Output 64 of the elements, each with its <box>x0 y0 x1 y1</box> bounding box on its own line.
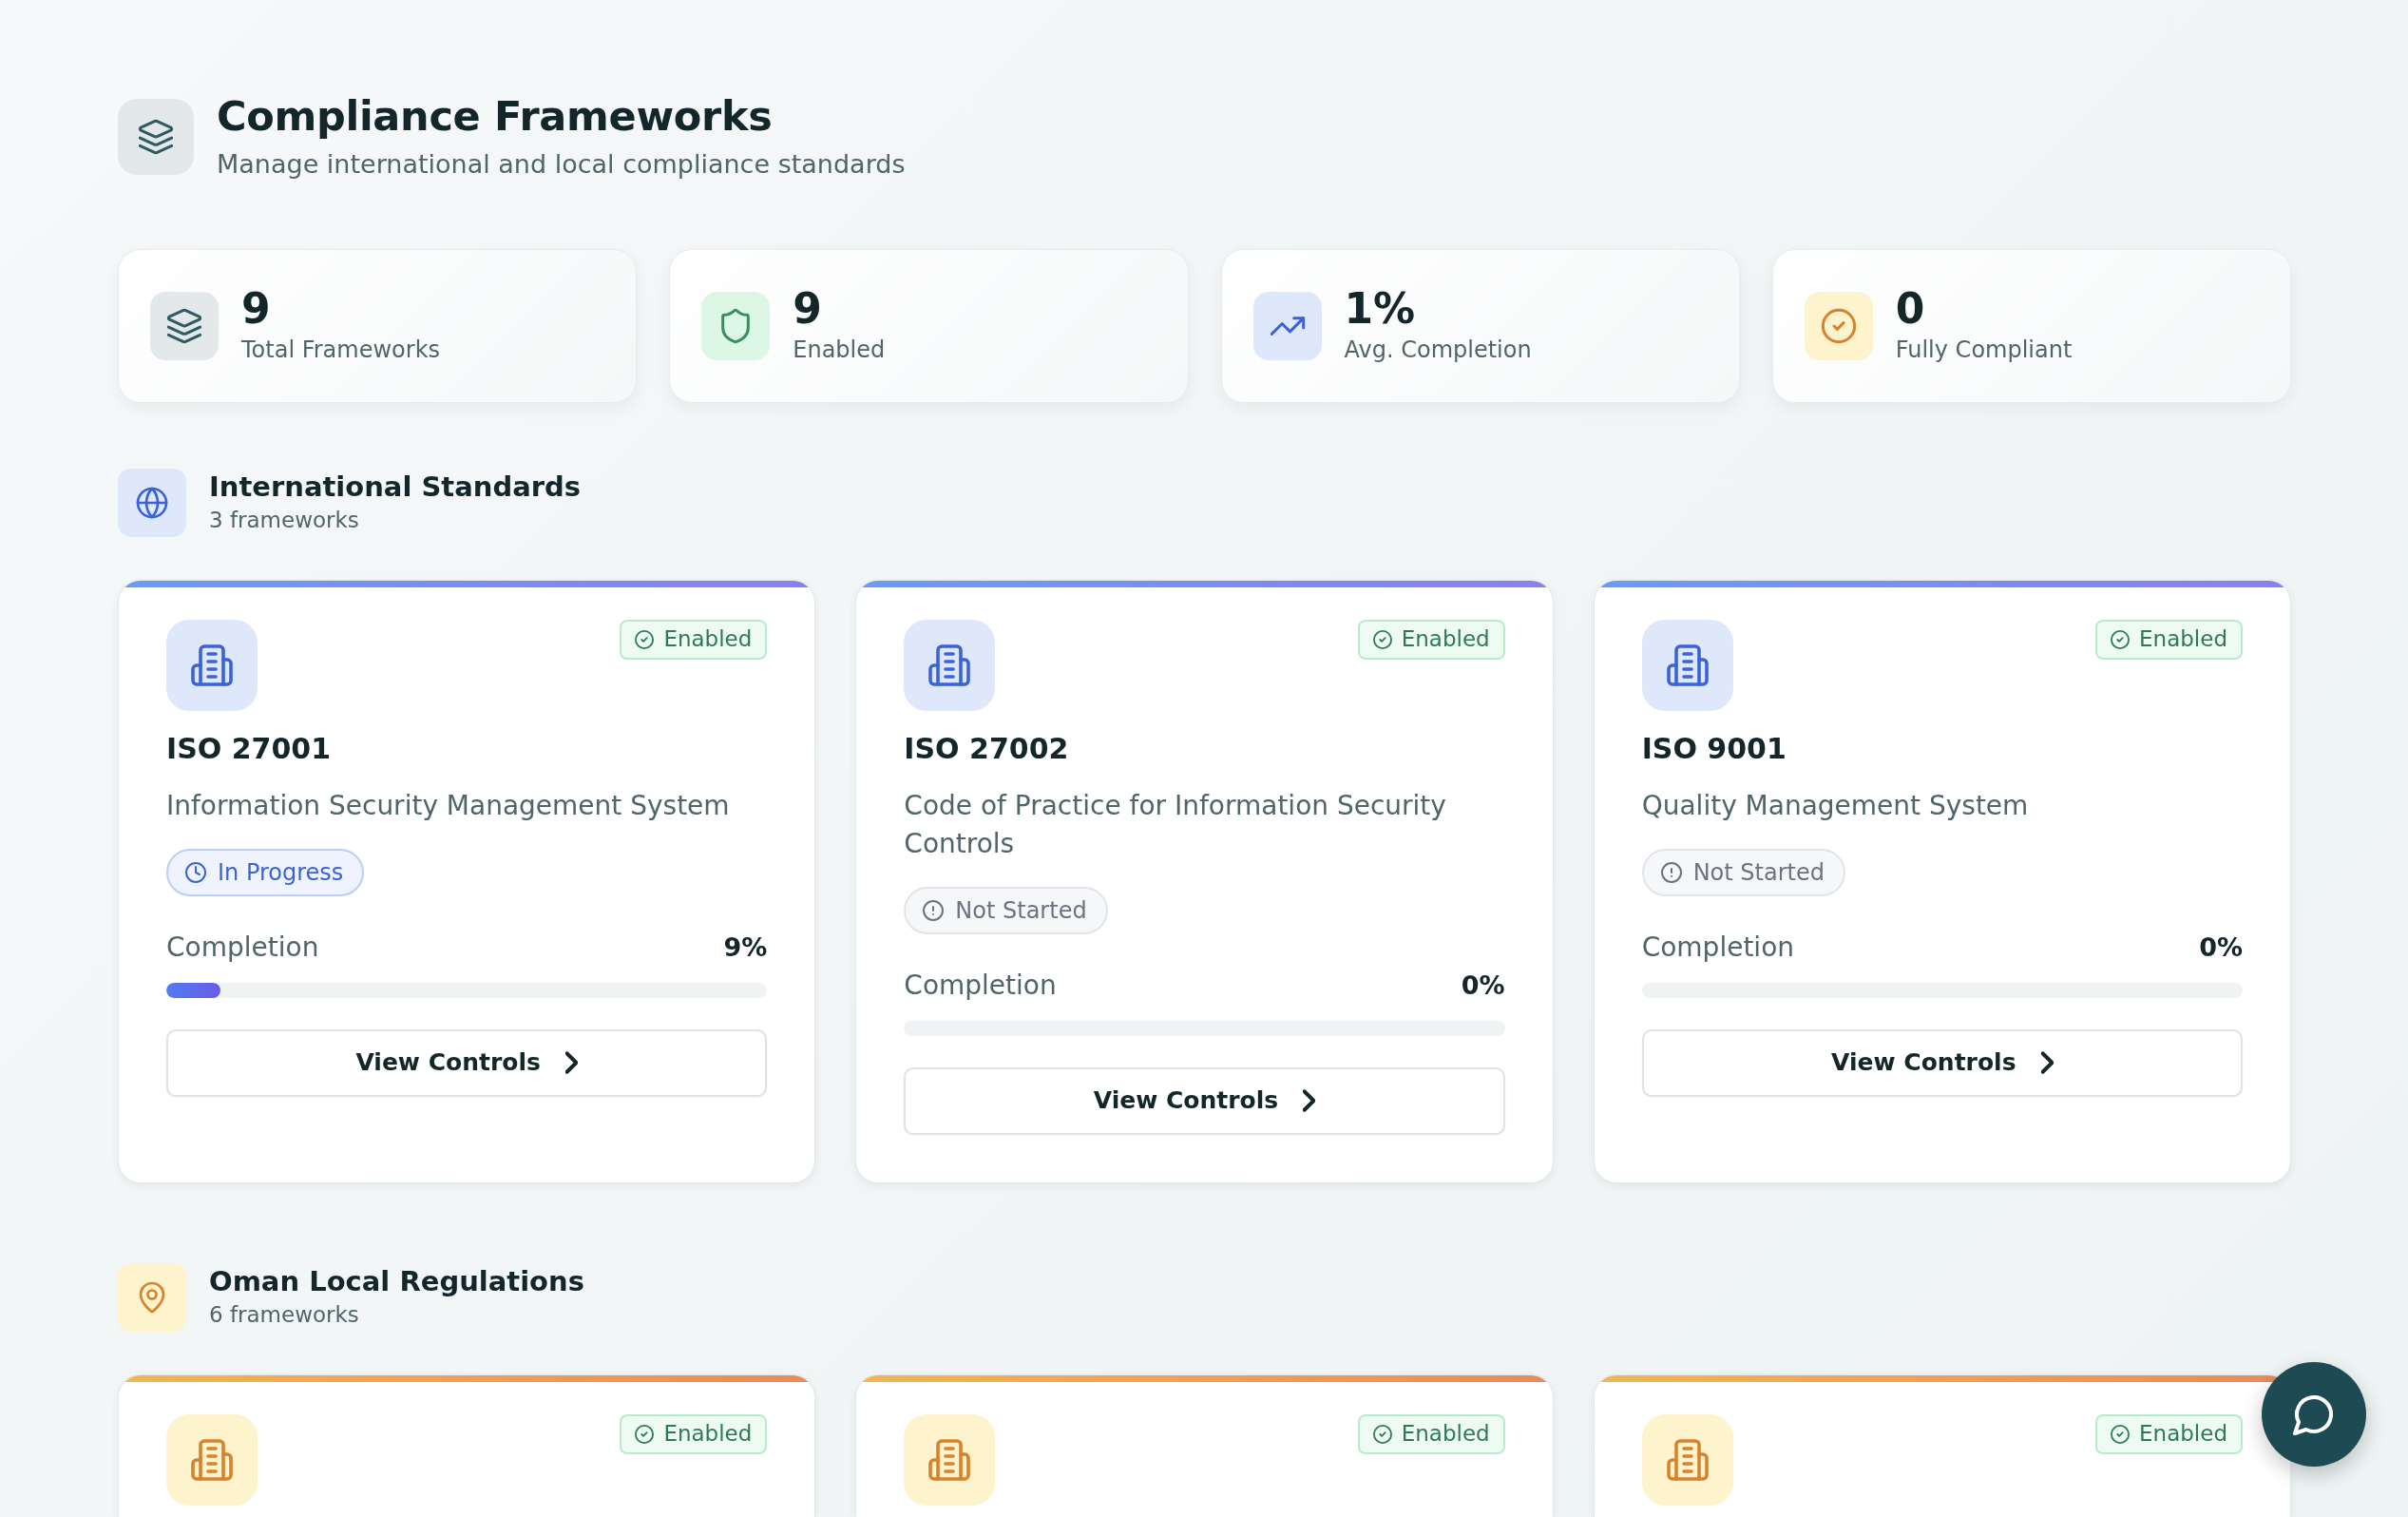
alert-circle-icon <box>1660 861 1682 883</box>
completion-label: Completion <box>904 968 1057 1003</box>
completion-label: Completion <box>1641 930 1795 965</box>
stat-value: 9 <box>793 286 823 333</box>
badge-label: Enabled <box>1401 1420 1490 1449</box>
check-circle-icon <box>635 1424 655 1444</box>
check-circle-icon <box>1372 1424 1392 1444</box>
layers-icon <box>118 98 194 175</box>
building-icon <box>1641 1413 1733 1506</box>
framework-name: ISO 27001 <box>166 731 333 766</box>
trend-up-icon <box>1252 291 1322 360</box>
status-label: Not Started <box>1692 857 1825 888</box>
stat-value: 1% <box>1344 286 1417 333</box>
badge-label: Enabled <box>663 625 753 654</box>
framework-name: ISO 9001 <box>1641 731 1787 766</box>
globe-icon <box>118 468 186 537</box>
building-icon <box>904 1413 996 1506</box>
layers-icon <box>150 291 219 360</box>
shield-icon <box>701 291 771 360</box>
stat-label: Enabled <box>793 335 886 365</box>
framework-description: Information Security Management System <box>166 788 731 823</box>
framework-name: ISO 27002 <box>904 731 1070 766</box>
building-icon <box>166 619 258 711</box>
view-controls-button[interactable]: View Controls <box>1641 1028 2243 1097</box>
chevron-right-icon <box>2040 1051 2054 1075</box>
framework-description: Code of Practice for Information Security Controls <box>904 788 1447 861</box>
chevron-right-icon <box>564 1051 578 1075</box>
page-subtitle: Manage international and local compliance standards <box>217 147 906 181</box>
check-circle-icon <box>2111 1424 2131 1444</box>
badge-label: Enabled <box>663 1420 753 1449</box>
section-count: 6 frameworks <box>209 1301 360 1330</box>
status-label: In Progress <box>218 857 344 888</box>
stat-label: Avg. Completion <box>1344 335 1532 365</box>
clock-icon <box>185 861 206 883</box>
stat-value: 0 <box>1895 286 1926 333</box>
framework-description: Quality Management System <box>1641 788 2030 823</box>
building-icon <box>166 1413 258 1506</box>
alert-circle-icon <box>923 899 945 921</box>
section-count: 3 frameworks <box>209 507 360 535</box>
stat-label: Total Frameworks <box>241 335 441 365</box>
badge-label: Enabled <box>2139 1420 2227 1449</box>
section-title: International Standards <box>209 469 582 505</box>
badge-label: Enabled <box>2139 625 2227 654</box>
page-title: Compliance Frameworks <box>217 91 774 142</box>
chat-bubble-icon <box>2293 1393 2335 1435</box>
completion-value: 9% <box>723 931 768 964</box>
badge-label: Enabled <box>1401 625 1490 654</box>
check-circle-icon <box>1372 629 1392 649</box>
check-circle-icon <box>2111 629 2131 649</box>
stat-value: 9 <box>241 286 272 333</box>
completion-value: 0% <box>1461 969 1505 1002</box>
section-title: Oman Local Regulations <box>209 1263 584 1299</box>
check-circle-icon <box>635 629 655 649</box>
completion-label: Completion <box>166 930 319 965</box>
building-icon <box>1641 619 1733 711</box>
view-controls-button[interactable]: View Controls <box>166 1028 768 1097</box>
view-controls-button[interactable]: View Controls <box>904 1066 1505 1135</box>
map-pin-icon <box>118 1262 186 1332</box>
completion-value: 0% <box>2199 931 2243 964</box>
chat-button[interactable] <box>2262 1362 2366 1467</box>
stat-label: Fully Compliant <box>1895 335 2073 365</box>
building-icon <box>904 619 996 711</box>
chevron-right-icon <box>1303 1089 1316 1113</box>
status-label: Not Started <box>955 895 1087 926</box>
